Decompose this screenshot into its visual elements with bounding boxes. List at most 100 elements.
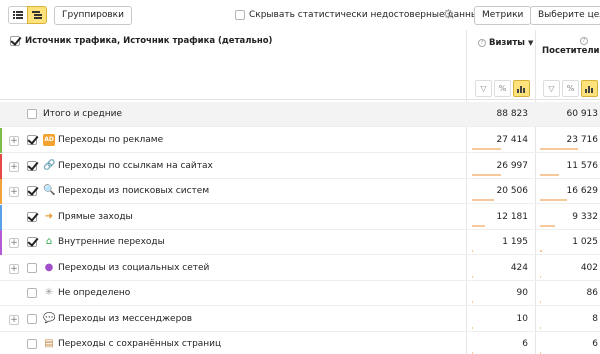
visits-column-label: Визиты [489, 38, 525, 48]
row-visits: 27 414 [496, 135, 529, 145]
table-row[interactable]: ➜ Прямые заходы 12 181 9 332 [0, 204, 600, 230]
table-row[interactable]: + 💬 Переходы из мессенджеров 10 8 [0, 307, 600, 332]
filter-icon[interactable]: ▽ [475, 80, 492, 97]
expand-plus-icon[interactable]: + [9, 263, 19, 274]
toolbar: Группировки Скрывать статистически недос… [0, 0, 600, 30]
table-row[interactable]: ▤ Переходы с сохранённых страниц 6 6 [0, 332, 600, 354]
table-row[interactable]: + ● Переходы из социальных сетей 424 402 [0, 256, 600, 281]
expand-plus-icon[interactable]: + [9, 314, 19, 325]
help-icon[interactable]: ? [580, 37, 588, 45]
row-visits: 1 195 [502, 237, 528, 247]
search-icon: 🔍 [43, 185, 56, 196]
row-checkbox[interactable] [27, 160, 37, 171]
row-checkbox[interactable] [27, 288, 37, 298]
ad-icon: AD [43, 134, 55, 146]
gear-icon[interactable]: ⚙ [443, 8, 454, 20]
select-all-checkbox[interactable] [10, 36, 20, 46]
dimensions-label: Источник трафика, Источник трафика (дета… [25, 36, 273, 46]
series-color-stripe [0, 153, 2, 179]
row-visits: 424 [510, 262, 528, 273]
visits-share-bar [472, 224, 486, 227]
row-visits: 12 181 [496, 211, 529, 222]
dimensions-header[interactable]: Источник трафика, Источник трафика (дета… [10, 36, 272, 46]
row-visitors: 1 025 [572, 237, 598, 247]
expand-plus-icon[interactable]: + [9, 187, 19, 197]
chat-bubble-icon: 💬 [43, 312, 56, 324]
table-row[interactable]: + ⌂ Внутренние переходы 1 195 1 025 [0, 230, 600, 255]
hide-unreliable-checkbox[interactable] [235, 10, 245, 20]
visits-share-bar [472, 275, 473, 278]
visits-column-controls: ▽ % [475, 80, 530, 97]
visitors-share-bar [540, 148, 579, 150]
sort-desc-icon: ▼ [527, 39, 534, 47]
row-label[interactable]: Прямые заходы [58, 212, 133, 222]
saved-page-icon: ▤ [44, 338, 54, 349]
bar-chart-icon[interactable] [581, 80, 598, 97]
tree-view-button[interactable] [27, 6, 47, 24]
home-icon: ⌂ [45, 236, 53, 247]
list-view-button[interactable] [8, 6, 28, 24]
row-label[interactable]: Переходы из поисковых систем [58, 186, 209, 196]
row-visitors: 86 [586, 288, 598, 298]
totals-checkbox[interactable] [27, 109, 37, 119]
expand-plus-icon[interactable]: + [9, 238, 19, 248]
table-header: Источник трафика, Источник трафика (дета… [0, 30, 600, 100]
row-visitors: 23 716 [566, 135, 599, 145]
visitors-share-bar [540, 301, 541, 303]
percent-icon[interactable]: % [494, 80, 511, 97]
table-row[interactable]: + AD Переходы по рекламе 27 414 23 716 [0, 128, 600, 153]
row-label[interactable]: Не определено [58, 288, 130, 298]
row-visitors: 16 629 [566, 186, 599, 196]
visits-share-bar [472, 326, 473, 329]
table-row[interactable]: + 🔗 Переходы по ссылкам на сайтах 26 997 11 … [0, 153, 600, 179]
visitors-column-controls: ▽ % [543, 80, 598, 97]
goal-select[interactable]: Выберите цель ˅ [530, 6, 600, 25]
row-label[interactable]: Переходы по ссылкам на сайтах [58, 161, 213, 171]
row-label[interactable]: Переходы с сохранённых страниц [58, 339, 221, 349]
row-checkbox[interactable] [27, 135, 37, 145]
row-visits: 20 506 [496, 186, 529, 196]
table-row[interactable]: + 🔍 Переходы из поисковых систем 20 506 16 6… [0, 179, 600, 204]
row-label[interactable]: Переходы по рекламе [58, 135, 163, 145]
goal-select-label: Выберите цель [538, 10, 600, 20]
list-icon [13, 11, 23, 19]
expand-plus-icon[interactable]: + [9, 161, 19, 172]
row-checkbox[interactable] [27, 313, 37, 324]
row-visitors: 8 [592, 313, 598, 324]
groupings-button[interactable]: Группировки [54, 6, 132, 25]
visits-share-bar [472, 199, 494, 201]
series-color-stripe [0, 128, 2, 153]
totals-visitors: 60 913 [566, 109, 599, 119]
percent-icon[interactable]: % [562, 80, 579, 97]
row-label[interactable]: Переходы из мессенджеров [58, 314, 192, 324]
row-label[interactable]: Переходы из социальных сетей [58, 263, 209, 273]
help-icon[interactable]: ? [478, 39, 486, 47]
visits-share-bar [472, 301, 473, 303]
visits-share-bar [472, 250, 474, 252]
filter-icon[interactable]: ▽ [543, 80, 560, 97]
spinner-icon: ✳ [44, 287, 54, 298]
row-visits: 10 [516, 313, 528, 324]
row-checkbox[interactable] [27, 339, 37, 349]
visitors-share-bar [540, 199, 567, 201]
link-icon: 🔗 [43, 159, 56, 171]
totals-visits: 88 823 [496, 109, 529, 119]
series-color-stripe [0, 179, 2, 204]
table-row[interactable]: ✳ Не определено 90 86 [0, 281, 600, 306]
bar-chart-icon[interactable] [513, 80, 530, 97]
totals-row: Итого и средние 88 823 60 913 [0, 102, 600, 127]
row-checkbox[interactable] [27, 237, 37, 247]
visitors-share-bar [540, 250, 542, 252]
visits-share-bar [472, 173, 501, 176]
visitors-column-header[interactable]: Посетители [542, 46, 600, 56]
series-color-stripe [0, 230, 2, 255]
visits-column-header[interactable]: ? Визиты ▼ [478, 38, 533, 48]
expand-plus-icon[interactable]: + [9, 136, 19, 146]
row-checkbox[interactable] [27, 186, 37, 196]
totals-label: Итого и средние [43, 109, 122, 119]
metrics-button[interactable]: Метрики [474, 6, 532, 25]
visitors-column-label: Посетители [542, 46, 600, 56]
row-label[interactable]: Внутренние переходы [58, 237, 165, 247]
row-checkbox[interactable] [27, 211, 37, 222]
row-checkbox[interactable] [27, 262, 37, 273]
